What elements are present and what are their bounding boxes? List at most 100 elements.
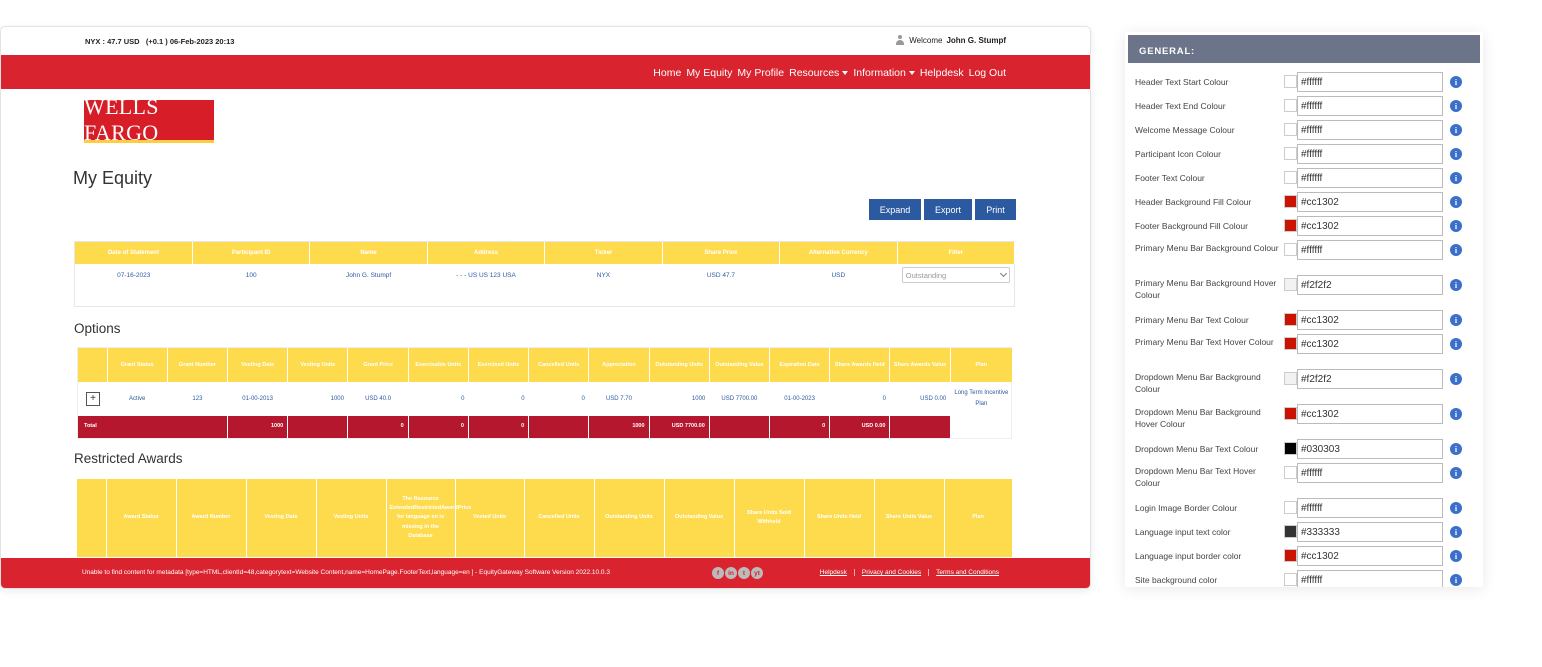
total-cell [528,416,590,438]
info-icon[interactable]: i [1450,220,1462,232]
column-header-share-units-value: Share Units Value [874,479,945,557]
footer-links: Helpdesk Privacy and Cookies Terms and Con… [813,569,1006,576]
summary-cell: USD [831,271,846,279]
expand-button[interactable]: Expand [869,199,921,220]
color-swatch[interactable] [1284,99,1297,112]
general-settings-panel: GENERAL: Header Text Start Colour #ffffff… [1125,32,1483,587]
action-buttons: Expand Export Print [869,199,1016,220]
color-value-input[interactable]: #ffffff [1297,498,1443,518]
color-value-input[interactable]: #f2f2f2 [1297,369,1443,389]
facebook-icon[interactable]: f [712,567,724,579]
info-icon[interactable]: i [1450,338,1462,350]
color-value-input[interactable]: #333333 [1297,522,1443,542]
info-icon[interactable]: i [1450,172,1462,184]
info-icon[interactable]: i [1450,408,1462,420]
color-value-input[interactable]: #ffffff [1297,168,1443,188]
info-icon[interactable]: i [1450,76,1462,88]
setting-row-primary-menu-bar-text-hover-colour: Primary Menu Bar Text Hover Colour #cc130… [1125,334,1483,369]
info-icon[interactable]: i [1450,124,1462,136]
social-links: f in t yt [712,567,763,579]
menu-item-label: Helpdesk [919,67,964,79]
info-icon[interactable]: i [1450,100,1462,112]
setting-label: Dropdown Menu Bar Background Hover Colou… [1135,407,1261,429]
color-swatch[interactable] [1284,147,1297,160]
info-icon[interactable]: i [1450,148,1462,160]
menu-item-information[interactable]: Information [853,67,915,79]
color-value-input[interactable]: #ffffff [1297,144,1443,164]
color-swatch[interactable] [1284,525,1297,538]
color-value-input[interactable]: #ffffff [1297,96,1443,116]
menu-item-label: My Profile [737,67,785,79]
footer-link-terms-and-conditions[interactable]: Terms and Conditions [928,569,1006,576]
color-swatch[interactable] [1284,195,1297,208]
color-swatch[interactable] [1284,219,1297,232]
info-icon[interactable]: i [1450,574,1462,586]
expand-row-button[interactable]: + [86,392,100,406]
color-value-input[interactable]: #ffffff [1297,463,1443,483]
info-icon[interactable]: i [1450,550,1462,562]
menu-item-resources[interactable]: Resources [789,67,849,79]
color-swatch[interactable] [1284,171,1297,184]
color-swatch[interactable] [1284,501,1297,514]
info-icon[interactable]: i [1450,526,1462,538]
setting-row-participant-icon-colour: Participant Icon Colour #ffffff i [1125,144,1483,168]
menu-item-my-equity[interactable]: My Equity [686,67,732,79]
info-icon[interactable]: i [1450,279,1462,291]
color-value-input[interactable]: #cc1302 [1297,334,1443,354]
color-swatch[interactable] [1284,442,1297,455]
color-swatch[interactable] [1284,243,1297,256]
linkedin-icon[interactable]: in [725,567,737,579]
setting-label: Site background color [1135,575,1218,585]
print-button[interactable]: Print [975,199,1016,220]
color-value-input[interactable]: #ffffff [1297,570,1443,587]
menu-item-home[interactable]: Home [653,67,681,79]
menu-item-my-profile[interactable]: My Profile [737,67,784,79]
color-value-input[interactable]: #ffffff [1297,120,1443,140]
menu-item-helpdesk[interactable]: Helpdesk [920,67,964,79]
options-cell: 0 [882,395,886,402]
column-header-share-awards-held: Share Awards Held [829,348,891,382]
info-icon[interactable]: i [1450,502,1462,514]
color-swatch[interactable] [1284,407,1297,420]
footer-link-privacy-and-cookies[interactable]: Privacy and Cookies [853,569,928,576]
info-icon[interactable]: i [1450,443,1462,455]
twitter-icon[interactable]: t [738,567,750,579]
color-swatch[interactable] [1284,123,1297,136]
total-cell [889,416,951,438]
menu-item-log-out[interactable]: Log Out [969,67,1006,79]
info-icon[interactable]: i [1450,314,1462,326]
summary-cell: USD 47.7 [706,271,735,279]
color-swatch[interactable] [1284,549,1297,562]
export-button[interactable]: Export [924,199,972,220]
column-header-exercised-units: Exercised Units [468,348,530,382]
color-value-input[interactable]: #ffffff [1297,240,1443,260]
color-swatch[interactable] [1284,337,1297,350]
youtube-icon[interactable]: yt [751,567,763,579]
color-swatch[interactable] [1284,278,1297,291]
color-value-input[interactable]: #f2f2f2 [1297,275,1443,295]
info-icon[interactable]: i [1450,467,1462,479]
color-value-input[interactable]: #030303 [1297,439,1443,459]
color-swatch[interactable] [1284,372,1297,385]
filter-select[interactable]: Outstanding [901,267,1010,283]
color-value-input[interactable]: #cc1302 [1297,546,1443,566]
column-header-vesting-date: Vesting Date [227,348,289,382]
color-swatch[interactable] [1284,75,1297,88]
welcome-message: Welcome John G. Stumpf [895,35,1006,46]
color-value-input[interactable]: #cc1302 [1297,216,1443,236]
info-icon[interactable]: i [1450,373,1462,385]
color-swatch[interactable] [1284,466,1297,479]
color-value-input[interactable]: #ffffff [1297,72,1443,92]
color-value-input[interactable]: #cc1302 [1297,192,1443,212]
footer-link-helpdesk[interactable]: Helpdesk [813,569,854,576]
column-header-share-price: Share Price [662,242,781,264]
color-swatch[interactable] [1284,313,1297,326]
color-swatch[interactable] [1284,573,1297,586]
options-header-row: Grant Status Grant Number Vesting Date Vest… [78,348,1014,382]
setting-label: Footer Text Colour [1135,173,1205,183]
color-value-input[interactable]: #cc1302 [1297,310,1443,330]
info-icon[interactable]: i [1450,196,1462,208]
column-header-outstanding-units: Outstanding Units [594,479,665,557]
color-value-input[interactable]: #cc1302 [1297,404,1443,424]
info-icon[interactable]: i [1450,244,1462,256]
